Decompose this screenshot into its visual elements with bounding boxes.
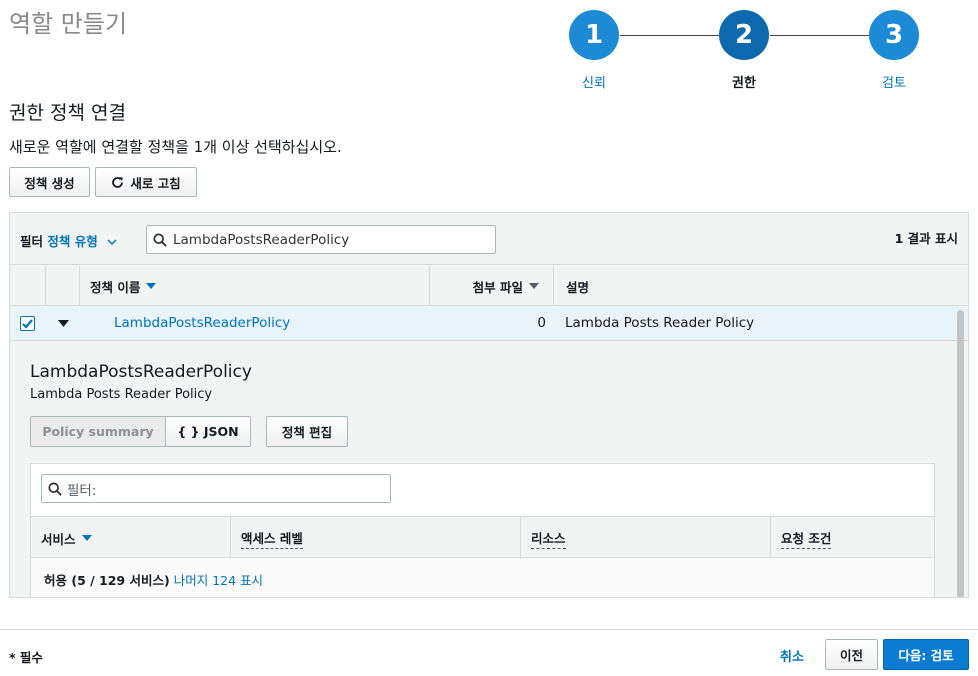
sort-down-icon <box>146 283 157 289</box>
description-header-label: 설명 <box>566 279 590 295</box>
condition-header-label: 요청 조건 <box>781 528 832 549</box>
condition-column-header: 요청 조건 <box>771 517 936 559</box>
refresh-label: 새로 고침 <box>130 175 181 191</box>
service-column-header[interactable]: 서비스 <box>31 517 231 559</box>
filter-text: 필터 <box>20 234 44 249</box>
step-2-label: 권한 <box>732 76 756 91</box>
stepper-connector <box>620 35 730 36</box>
chevron-down-icon <box>107 239 117 246</box>
section-title: 권한 정책 연결 <box>9 102 126 124</box>
tab-policy-summary[interactable]: Policy summary <box>30 416 166 447</box>
show-remaining-link[interactable]: 나머지 124 표시 <box>174 570 263 589</box>
filter-label: 필터 정책 유형 <box>20 231 117 250</box>
page-title: 역할 만들기 <box>9 10 128 38</box>
policy-name-column-header[interactable]: 정책 이름 <box>80 266 430 306</box>
sort-down-icon <box>529 283 539 289</box>
filter-bar: 필터 정책 유형 LambdaPostsReaderPolicy 1 결과 표시 <box>10 213 968 265</box>
stepper-connector <box>770 35 880 36</box>
search-value: LambdaPostsReaderPolicy <box>173 231 350 248</box>
step-1-label[interactable]: 신뢰 <box>554 72 634 91</box>
policy-type-dropdown[interactable]: 정책 유형 <box>47 234 117 249</box>
sort-down-icon <box>81 535 92 541</box>
refresh-button[interactable]: 새로 고침 <box>95 167 197 197</box>
attachments-header-label: 첨부 파일 <box>472 279 523 295</box>
policy-name-header-label: 정책 이름 <box>90 279 141 295</box>
step-number: 3 <box>884 20 904 50</box>
check-icon <box>22 318 33 329</box>
step-3-circle[interactable]: 3 <box>869 10 919 60</box>
tab-policy-summary-label: Policy summary <box>42 424 154 439</box>
policy-detail-panel: LambdaPostsReaderPolicy Lambda Posts Rea… <box>10 342 955 597</box>
expand-column-header <box>46 266 80 306</box>
summary-filter-input[interactable]: 필터: <box>41 474 391 503</box>
allow-summary-text: 허용 (5 / 129 서비스) <box>44 572 170 588</box>
search-icon <box>153 232 167 247</box>
table-scrollbar[interactable] <box>957 310 964 597</box>
description-column-header: 설명 <box>554 266 968 306</box>
step-1-circle[interactable]: 1 <box>569 10 619 60</box>
step-number: 2 <box>734 20 754 50</box>
next-review-button[interactable]: 다음: 검토 <box>883 639 969 670</box>
table-row[interactable]: LambdaPostsReaderPolicy 0 Lambda Posts R… <box>10 307 968 341</box>
tab-json[interactable]: { } JSON <box>165 416 251 447</box>
next-review-label: 다음: 검토 <box>898 648 954 663</box>
summary-table-header: 서비스 액세스 레벨 리소스 요청 조건 <box>31 516 936 559</box>
tab-json-label: { } JSON <box>177 424 239 439</box>
edit-policy-label: 정책 편집 <box>281 425 333 440</box>
attachments-column-header[interactable]: 첨부 파일 <box>430 266 554 306</box>
detail-title: LambdaPostsReaderPolicy <box>30 362 252 382</box>
policy-table-panel: 필터 정책 유형 LambdaPostsReaderPolicy 1 결과 표시… <box>9 212 969 598</box>
row-checkbox[interactable] <box>20 316 35 331</box>
result-count: 1 결과 표시 <box>894 231 958 246</box>
footer-divider <box>0 629 978 630</box>
resource-header-label: 리소스 <box>531 528 566 549</box>
previous-label: 이전 <box>839 648 863 663</box>
search-icon <box>48 481 62 496</box>
step-3-label[interactable]: 검토 <box>854 72 934 91</box>
policy-description: Lambda Posts Reader Policy <box>565 315 755 331</box>
policy-search-input[interactable]: LambdaPostsReaderPolicy <box>146 225 496 254</box>
cancel-button[interactable]: 취소 <box>780 646 804 665</box>
create-policy-label: 정책 생성 <box>24 175 75 191</box>
detail-subtitle: Lambda Posts Reader Policy <box>30 387 213 402</box>
table-header: 정책 이름 첨부 파일 설명 <box>10 266 968 306</box>
create-policy-button[interactable]: 정책 생성 <box>9 167 90 197</box>
policy-summary-table: 필터: 서비스 액세스 레벨 리소스 요청 조건 허용 (5 / 129 서비스… <box>30 463 936 597</box>
expand-caret-icon[interactable] <box>58 320 69 327</box>
summary-filter-placeholder: 필터: <box>67 482 97 499</box>
select-column-header <box>10 266 46 306</box>
wizard-stepper: 1 신뢰 2 권한 3 검토 <box>560 10 930 91</box>
attachments-count: 0 <box>537 315 546 331</box>
edit-policy-button[interactable]: 정책 편집 <box>266 416 348 447</box>
service-header-label: 서비스 <box>41 531 76 547</box>
policy-type-label: 정책 유형 <box>47 234 98 249</box>
resource-column-header: 리소스 <box>521 517 771 559</box>
step-number: 1 <box>584 20 604 50</box>
section-description: 새로운 역할에 연결할 정책을 1개 이상 선택하십시오. <box>9 138 342 156</box>
refresh-icon <box>111 176 124 189</box>
allow-summary-row: 허용 (5 / 129 서비스) 나머지 124 표시 <box>31 559 934 597</box>
access-level-column-header: 액세스 레벨 <box>231 517 521 559</box>
access-level-header-label: 액세스 레벨 <box>241 528 303 549</box>
policy-name-link[interactable]: LambdaPostsReaderPolicy <box>114 315 290 331</box>
required-note: * 필수 <box>9 650 43 665</box>
previous-button[interactable]: 이전 <box>825 639 878 670</box>
step-2-circle: 2 <box>719 10 769 60</box>
